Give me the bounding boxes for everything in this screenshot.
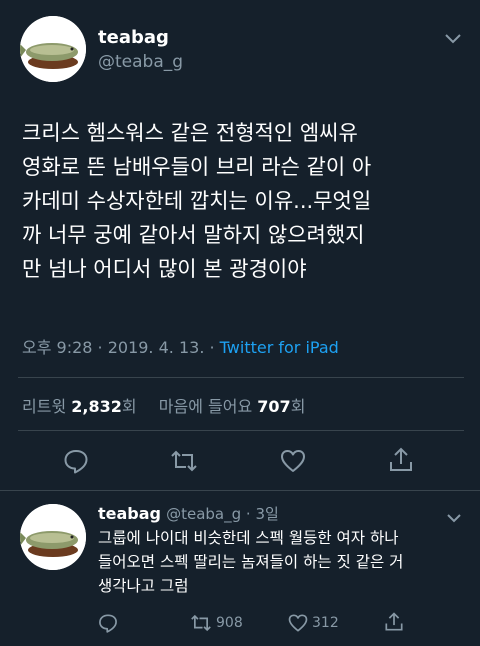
reply-retweet-count: 908 [216, 615, 243, 631]
fish-avatar-icon [20, 16, 86, 82]
heart-icon [288, 614, 308, 632]
reply-button[interactable] [63, 448, 89, 474]
tweet-text-line: 만 넘나 어디서 많이 본 광경이야 [22, 257, 307, 281]
retweet-icon [171, 450, 197, 472]
heart-icon [281, 450, 305, 472]
reply-icon [64, 450, 88, 474]
reply-author-avatar[interactable] [20, 504, 86, 570]
tweet-meta: 오후 9:28 · 2019. 4. 13. · Twitter for iPa… [22, 334, 339, 358]
share-button[interactable] [388, 447, 414, 473]
divider [18, 430, 464, 431]
fish-avatar-icon [20, 504, 86, 570]
source-link[interactable]: Twitter for iPad [220, 338, 339, 357]
reply-header: teabag @teaba_g · 3일 [98, 503, 279, 524]
reply-retweet-button[interactable]: 908 [190, 613, 243, 633]
reply-reply-button[interactable] [98, 613, 118, 633]
reply-author-handle[interactable]: @teaba_g [166, 505, 241, 523]
author-name[interactable]: teabag [98, 27, 169, 48]
chevron-down-icon[interactable] [446, 508, 462, 527]
share-icon [385, 612, 403, 631]
reply-text: 그룹에 나이대 비슷한데 스펙 월등한 여자 하나 들어오면 스펙 딸리는 놈져… [98, 526, 468, 598]
likes-count[interactable]: 707 [257, 397, 290, 416]
reply-author-name[interactable]: teabag [98, 504, 161, 523]
retweet-icon [191, 614, 211, 632]
reply-text-line: 그룹에 나이대 비슷한데 스펙 월등한 여자 하나 [98, 529, 399, 547]
author-avatar[interactable] [20, 16, 86, 82]
likes-unit: 회 [290, 397, 306, 416]
reply-share-button[interactable] [384, 612, 404, 632]
author-handle[interactable]: @teaba_g [98, 52, 183, 72]
timestamp[interactable]: 오후 9:28 · 2019. 4. 13. · [22, 338, 220, 357]
like-button[interactable] [280, 448, 306, 474]
reply-text-line: 생각나고 그럼 [98, 577, 189, 595]
tweet-text-line: 까 너무 궁예 같아서 말하지 않으려했지 [22, 223, 365, 247]
reply-like-count: 312 [312, 615, 339, 631]
tweet-text: 크리스 헴스워스 같은 전형적인 엠씨유 영화로 뜬 남배우들이 브리 라슨 같… [22, 116, 472, 286]
tweet-text-line: 영화로 뜬 남배우들이 브리 라슨 같이 아 [22, 155, 372, 179]
retweets-count[interactable]: 2,832 [71, 397, 122, 416]
share-icon [390, 447, 412, 471]
reply-like-button[interactable]: 312 [288, 613, 339, 633]
retweet-button[interactable] [170, 448, 198, 474]
tweet-stats: 리트윗 2,832회 마음에 들어요 707회 [22, 393, 305, 417]
retweets-label: 리트윗 [22, 397, 72, 416]
divider [18, 377, 464, 378]
reply-icon [99, 614, 117, 633]
reply-text-line: 들어오면 스펙 딸리는 놈져들이 하는 짓 같은 거 [98, 553, 404, 571]
reply-age: · 3일 [241, 505, 279, 523]
tweet-text-line: 크리스 헴스워스 같은 전형적인 엠씨유 [22, 121, 358, 145]
tweet-text-line: 카데미 수상자한테 깝치는 이유...무엇일 [22, 189, 372, 213]
likes-label: 마음에 들어요 [158, 397, 258, 416]
retweets-unit: 회 [121, 397, 137, 416]
chevron-down-icon[interactable] [444, 30, 462, 49]
divider [0, 490, 480, 491]
